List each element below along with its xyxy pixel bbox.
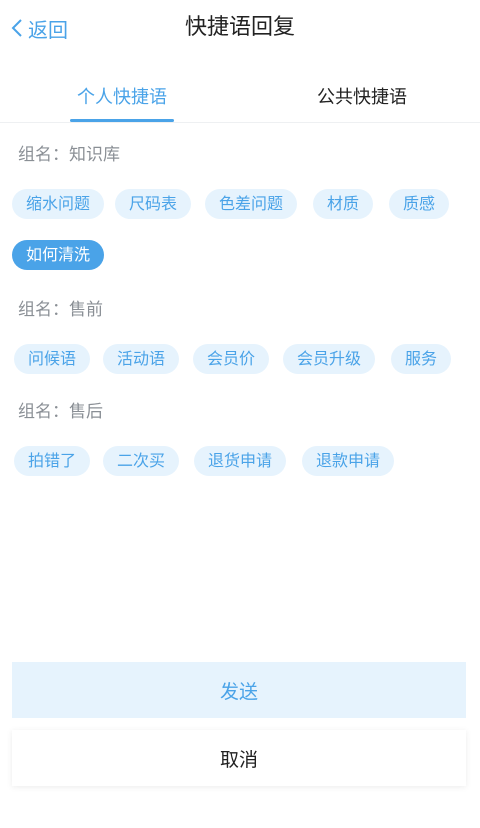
- phrase-chip[interactable]: 活动语: [103, 344, 180, 374]
- header-bar: 返回 快捷语回复: [0, 0, 480, 56]
- phrase-chip[interactable]: 退货申请: [194, 446, 287, 476]
- cancel-button[interactable]: 取消: [12, 730, 466, 786]
- phrase-chip[interactable]: 会员升级: [283, 344, 376, 374]
- phrase-chip[interactable]: 问候语: [14, 344, 91, 374]
- phrase-chip[interactable]: 二次买: [103, 446, 180, 476]
- page-title: 快捷语回复: [184, 15, 295, 40]
- tab-label: 个人快捷语: [77, 87, 167, 108]
- tab-bar: 个人快捷语 公共快捷语: [0, 80, 480, 123]
- phrase-chip[interactable]: 退款申请: [302, 446, 395, 476]
- tab-public-phrases[interactable]: 公共快捷语: [310, 80, 414, 122]
- phrase-chip[interactable]: 服务: [391, 344, 452, 374]
- phrase-chip[interactable]: 会员价: [193, 344, 270, 374]
- phrase-chip[interactable]: 拍错了: [14, 446, 91, 476]
- quick-reply-screen: 返回 快捷语回复 个人快捷语 公共快捷语 组名：知识库 缩水问题 尺码表 色差问…: [0, 0, 480, 828]
- phrase-chip[interactable]: 质感: [389, 189, 450, 219]
- phrase-chip[interactable]: 材质: [313, 189, 374, 219]
- tab-personal-phrases[interactable]: 个人快捷语: [70, 80, 174, 122]
- active-tab-indicator: [70, 119, 174, 122]
- phrase-chip[interactable]: 缩水问题: [12, 189, 105, 219]
- group-label-knowledge-base: 组名：知识库: [18, 145, 120, 165]
- group-label-pre-sale: 组名：售前: [18, 300, 103, 320]
- tab-label: 公共快捷语: [317, 87, 407, 108]
- phrase-chip[interactable]: 尺码表: [115, 189, 192, 219]
- phrase-chip[interactable]: 色差问题: [205, 189, 298, 219]
- send-button[interactable]: 发送: [12, 662, 466, 718]
- group-label-after-sale: 组名：售后: [18, 402, 103, 422]
- phrase-chip-selected[interactable]: 如何清洗: [12, 240, 105, 270]
